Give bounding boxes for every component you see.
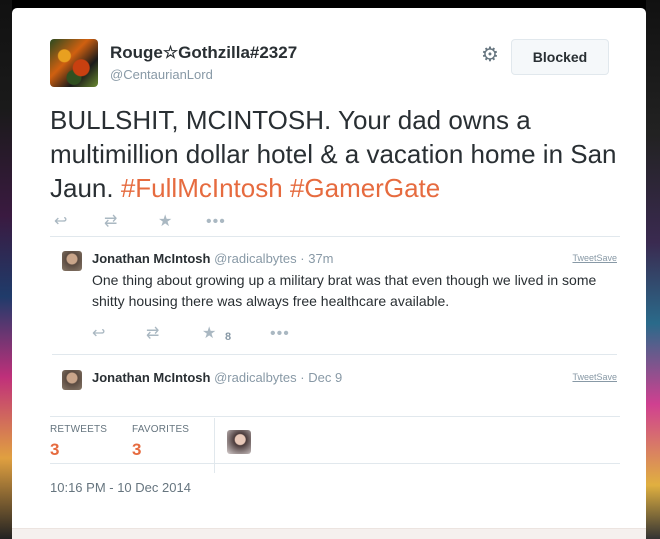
reply-time: · Dec 9 bbox=[300, 370, 343, 385]
tweet-card: Rouge☆Gothzilla#2327 @CentaurianLord ⚙ B… bbox=[12, 8, 646, 539]
author-avatar[interactable] bbox=[50, 39, 98, 87]
retweets-count[interactable]: 3 bbox=[50, 440, 59, 460]
tweet-stats: RETWEETS 3 FAVORITES 3 bbox=[50, 418, 620, 478]
tweet-text: BULLSHIT, MCINTOSH. Your dad owns a mult… bbox=[50, 103, 620, 205]
divider bbox=[50, 463, 620, 464]
reply-author-name: Jonathan McIntosh bbox=[92, 370, 211, 385]
reply-author[interactable]: Jonathan McIntosh @radicalbytes · 37m bbox=[92, 251, 334, 266]
tweetsave-link[interactable]: TweetSave bbox=[572, 253, 617, 263]
author-name[interactable]: Rouge☆Gothzilla#2327 bbox=[110, 43, 297, 63]
reply-author[interactable]: Jonathan McIntosh @radicalbytes · Dec 9 bbox=[92, 370, 342, 385]
embedded-reply: Jonathan McIntosh @radicalbytes · Dec 9 … bbox=[52, 368, 617, 398]
background-left bbox=[0, 0, 12, 539]
divider bbox=[50, 236, 620, 237]
tweetsave-link[interactable]: TweetSave bbox=[572, 372, 617, 382]
retweets-label: RETWEETS bbox=[50, 424, 108, 435]
divider bbox=[50, 416, 620, 417]
more-icon[interactable]: ••• bbox=[270, 325, 290, 343]
reply-time: · 37m bbox=[300, 251, 334, 266]
reply-avatar[interactable] bbox=[62, 251, 82, 271]
favorite-count: 8 bbox=[225, 331, 232, 343]
reply-icon[interactable]: ↩ bbox=[54, 213, 67, 231]
hashtag-link[interactable]: #GamerGate bbox=[290, 173, 440, 203]
reply-author-handle: @radicalbytes bbox=[214, 370, 297, 385]
favorites-label: FAVORITES bbox=[132, 424, 190, 435]
background-right bbox=[646, 0, 660, 539]
card-footer bbox=[12, 528, 646, 539]
stats-divider bbox=[214, 418, 215, 473]
divider bbox=[52, 354, 617, 355]
favorite-icon[interactable]: ★ bbox=[158, 213, 172, 231]
tweet-timestamp[interactable]: 10:16 PM - 10 Dec 2014 bbox=[50, 480, 191, 495]
retweet-icon[interactable]: ⇄ bbox=[146, 325, 159, 343]
tweet-header: Rouge☆Gothzilla#2327 @CentaurianLord ⚙ B… bbox=[50, 39, 646, 91]
reply-text: One thing about growing up a military br… bbox=[92, 272, 597, 309]
blocked-button[interactable]: Blocked bbox=[511, 39, 609, 75]
reply-actions: ↩ ⇄ ★ 8 ••• bbox=[92, 325, 292, 343]
gear-icon[interactable]: ⚙ bbox=[480, 45, 500, 65]
favorites-count[interactable]: 3 bbox=[132, 440, 141, 460]
author-handle[interactable]: @CentaurianLord bbox=[110, 67, 213, 82]
more-icon[interactable]: ••• bbox=[206, 213, 226, 231]
retweet-icon[interactable]: ⇄ bbox=[104, 213, 117, 231]
favoriter-avatar[interactable] bbox=[227, 430, 251, 454]
reply-author-name: Jonathan McIntosh bbox=[92, 251, 211, 266]
reply-avatar[interactable] bbox=[62, 370, 82, 390]
tweet-actions: ↩ ⇄ ★ ••• bbox=[54, 213, 254, 233]
favorite-icon[interactable]: ★ bbox=[202, 325, 216, 343]
embedded-reply: Jonathan McIntosh @radicalbytes · 37m Tw… bbox=[52, 243, 617, 353]
hashtag-link[interactable]: #FullMcIntosh bbox=[121, 173, 283, 203]
reply-author-handle: @radicalbytes bbox=[214, 251, 297, 266]
reply-icon[interactable]: ↩ bbox=[92, 325, 105, 343]
